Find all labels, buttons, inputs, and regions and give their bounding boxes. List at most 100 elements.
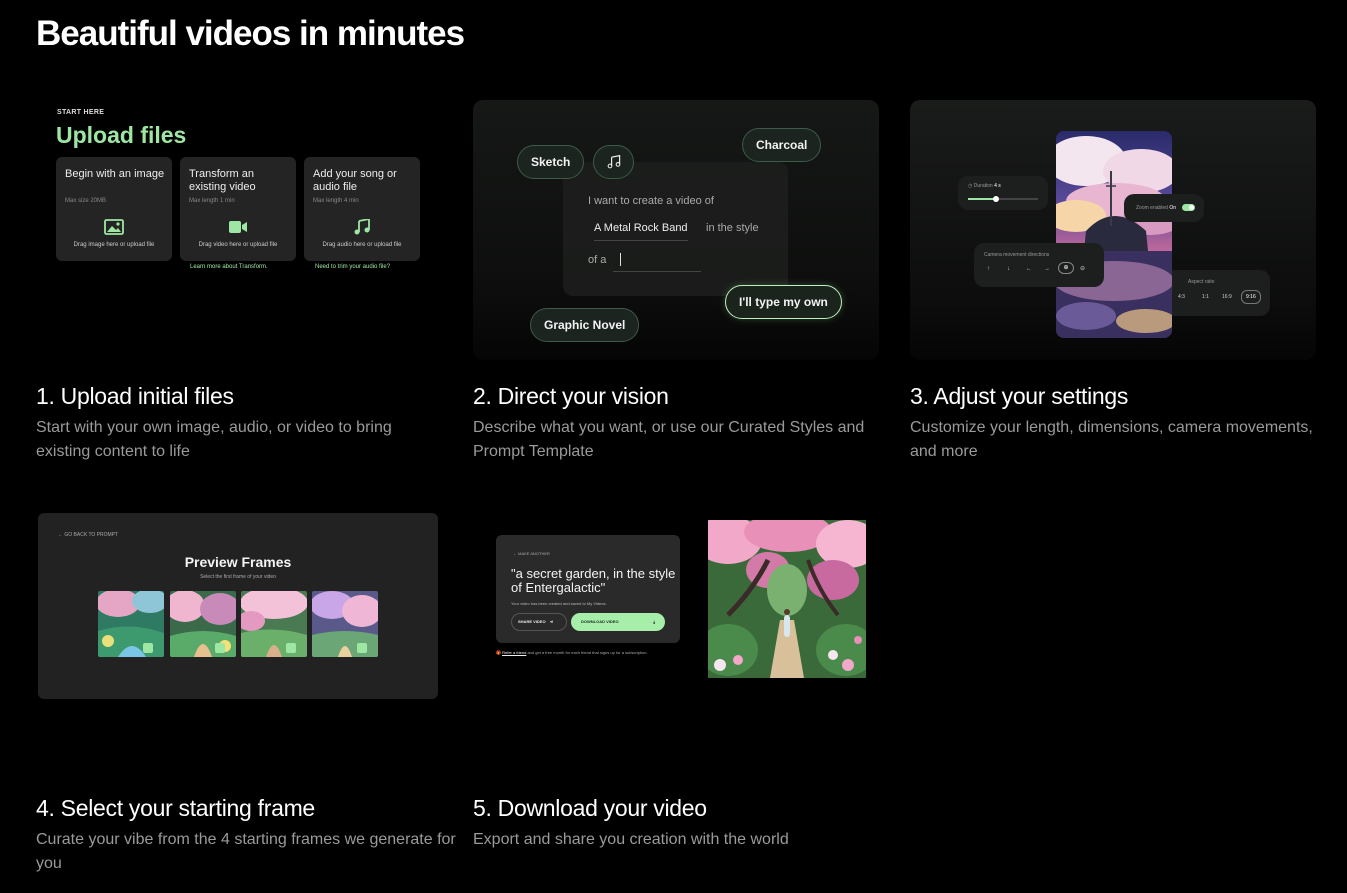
- image-icon: [104, 219, 124, 235]
- frame-thumbnail[interactable]: [312, 591, 378, 657]
- duration-slider-track[interactable]: [968, 196, 1038, 202]
- duration-panel: ◷ Duration 4 s: [958, 176, 1048, 210]
- prompt-of-text: of a: [588, 254, 607, 266]
- style-charcoal-pill[interactable]: Charcoal: [742, 128, 822, 162]
- preview-frames-heading: Preview Frames: [184, 554, 292, 570]
- adjust-settings-preview: Aspect ratio 4:3 1:1 16:9 9:16 ◷ Duratio…: [910, 100, 1316, 360]
- preview-frames-preview: ← GO BACK TO PROMPT Preview Frames Selec…: [38, 513, 438, 699]
- arrow-left-icon: ←: [513, 551, 517, 556]
- download-video-button[interactable]: DOWNLOAD VIDEO ⤓: [571, 613, 665, 631]
- step-5-title: 5. Download your video: [473, 795, 707, 821]
- style-graphic-novel-pill[interactable]: Graphic Novel: [530, 308, 640, 342]
- upload-image-drop: Drag image here or upload file: [73, 242, 155, 248]
- share-video-button[interactable]: SHARE VIDEO ⋖: [511, 613, 567, 631]
- learn-transform-link[interactable]: Learn more about Transform.: [190, 264, 268, 270]
- download-video-label: DOWNLOAD VIDEO: [581, 619, 619, 624]
- upload-audio-limit: Max length 4 min: [313, 198, 359, 204]
- frame-thumbnail[interactable]: [241, 591, 307, 657]
- refer-friend-link[interactable]: Refer a friend: [502, 650, 526, 655]
- gift-icon: 🎁: [496, 650, 501, 655]
- music-note-icon: [607, 155, 621, 169]
- step-3-title: 3. Adjust your settings: [910, 383, 1129, 409]
- arrow-right-icon[interactable]: →: [1044, 266, 1050, 272]
- direct-vision-preview: I want to create a video of A Metal Rock…: [473, 100, 879, 360]
- step-1-title: 1. Upload initial files: [36, 383, 234, 409]
- prompt-subject-chip[interactable]: A Metal Rock Band: [594, 222, 688, 241]
- back-to-prompt-text: GO BACK TO PROMPT: [64, 532, 119, 538]
- video-camera-icon: [229, 221, 247, 233]
- duration-label: ◷ Duration 4 s: [968, 183, 1001, 189]
- step-5-description: Export and share you creation with the w…: [473, 831, 789, 848]
- secret-garden-image: [708, 520, 866, 678]
- download-icon: ⤓: [653, 619, 655, 624]
- step-2-title: 2. Direct your vision: [473, 383, 669, 409]
- page-title: Beautiful videos in minutes: [36, 14, 465, 53]
- upload-image-title: Begin with an image: [65, 168, 165, 180]
- zoom-in-icon[interactable]: ⊕: [1058, 262, 1074, 274]
- arrow-left-icon: ←: [58, 532, 63, 538]
- music-note-icon: [354, 219, 370, 235]
- arrow-left-icon[interactable]: ←: [1026, 266, 1032, 272]
- upload-video-title: Transform an existing video: [189, 168, 256, 193]
- refer-friend-note: 🎁 Refer a friend and get a free month fo…: [496, 650, 680, 656]
- generated-anime-image: [1056, 131, 1172, 338]
- share-video-label: SHARE VIDEO: [518, 619, 546, 624]
- duration-value: 4 s: [994, 183, 1001, 189]
- upload-files-heading: Upload files: [56, 122, 187, 148]
- upload-video-limit: Max length 1 min: [189, 198, 235, 204]
- refer-friend-text: and get a free month for each friend tha…: [526, 650, 648, 655]
- type-own-pill[interactable]: I'll type my own: [725, 285, 842, 319]
- text-caret: [620, 253, 621, 266]
- zoom-toggle-switch[interactable]: [1182, 204, 1195, 211]
- style-sketch-pill[interactable]: Sketch: [517, 145, 585, 179]
- arrow-down-icon[interactable]: ↓: [1007, 266, 1010, 272]
- step-4-title: 4. Select your starting frame: [36, 795, 315, 821]
- upload-video-box[interactable]: Transform an existing video Max length 1…: [180, 157, 296, 261]
- prompt-line-1: I want to create a video of: [588, 195, 714, 207]
- aspect-option-selected[interactable]: 9:16: [1241, 290, 1261, 304]
- make-another-text: MAKE ANOTHER: [518, 551, 550, 556]
- video-saved-message: Your video has been created and saved to…: [511, 601, 607, 606]
- make-another-link[interactable]: ← MAKE ANOTHER: [513, 551, 550, 556]
- duration-label-text: Duration: [973, 183, 993, 189]
- aspect-option[interactable]: 16:9: [1222, 294, 1232, 300]
- prompt-style-text: in the style: [706, 222, 759, 234]
- aspect-ratio-panel: Aspect ratio 4:3 1:1 16:9 9:16: [1160, 270, 1270, 316]
- prompt-template-panel: I want to create a video of A Metal Rock…: [563, 162, 788, 296]
- aspect-option[interactable]: 1:1: [1202, 294, 1209, 300]
- aspect-option[interactable]: 4:3: [1178, 294, 1185, 300]
- frame-thumbnail[interactable]: [170, 591, 236, 657]
- trim-audio-link[interactable]: Need to trim your audio file?: [315, 264, 390, 270]
- arrow-up-icon[interactable]: ↑: [987, 266, 990, 272]
- upload-image-limit: Max size 20MB: [65, 198, 107, 204]
- duration-slider-fill: [968, 198, 996, 200]
- video-prompt-quote: "a secret garden, in the style of Enterg…: [511, 566, 676, 595]
- upload-audio-drop: Drag audio here or upload file: [322, 242, 402, 248]
- upload-image-box[interactable]: Begin with an image Max size 20MB Drag i…: [56, 157, 172, 261]
- camera-movement-panel: Camera movement directions ↑ ↓ ← → ⊕ ⊖: [974, 243, 1104, 287]
- duration-slider-thumb[interactable]: [993, 196, 999, 202]
- download-video-preview: ← MAKE ANOTHER "a secret garden, in the …: [490, 520, 870, 680]
- music-style-pill[interactable]: [593, 145, 634, 179]
- clock-icon: ◷: [968, 183, 973, 189]
- share-icon: ⋖: [549, 619, 554, 624]
- step-1-description: Start with your own image, audio, or vid…: [36, 419, 392, 460]
- aspect-ratio-label: Aspect ratio: [1188, 279, 1215, 285]
- zoom-out-icon[interactable]: ⊖: [1080, 265, 1085, 272]
- zoom-toggle-panel: Zoom enabled On: [1124, 194, 1204, 222]
- step-2-description: Describe what you want, or use our Curat…: [473, 419, 865, 460]
- upload-video-drop: Drag video here or upload file: [198, 242, 278, 248]
- upload-audio-box[interactable]: Add your song or audio file Max length 4…: [304, 157, 420, 261]
- step-3-description: Customize your length, dimensions, camer…: [910, 419, 1313, 460]
- zoom-value: On: [1169, 205, 1177, 211]
- download-panel: ← MAKE ANOTHER "a secret garden, in the …: [496, 535, 680, 643]
- step-4-description: Curate your vibe from the 4 starting fra…: [36, 831, 456, 872]
- frame-thumbnail[interactable]: [98, 591, 164, 657]
- zoom-label-text: Zoom enabled: [1136, 205, 1168, 211]
- upload-files-preview: START HERE Upload files Begin with an im…: [36, 100, 440, 280]
- back-to-prompt-link[interactable]: ← GO BACK TO PROMPT: [58, 532, 118, 538]
- preview-frames-subtitle: Select the first frame of your video: [200, 574, 276, 580]
- start-here-eyebrow: START HERE: [57, 109, 105, 116]
- zoom-label: Zoom enabled On: [1136, 205, 1176, 211]
- prompt-input-underline: [613, 271, 701, 272]
